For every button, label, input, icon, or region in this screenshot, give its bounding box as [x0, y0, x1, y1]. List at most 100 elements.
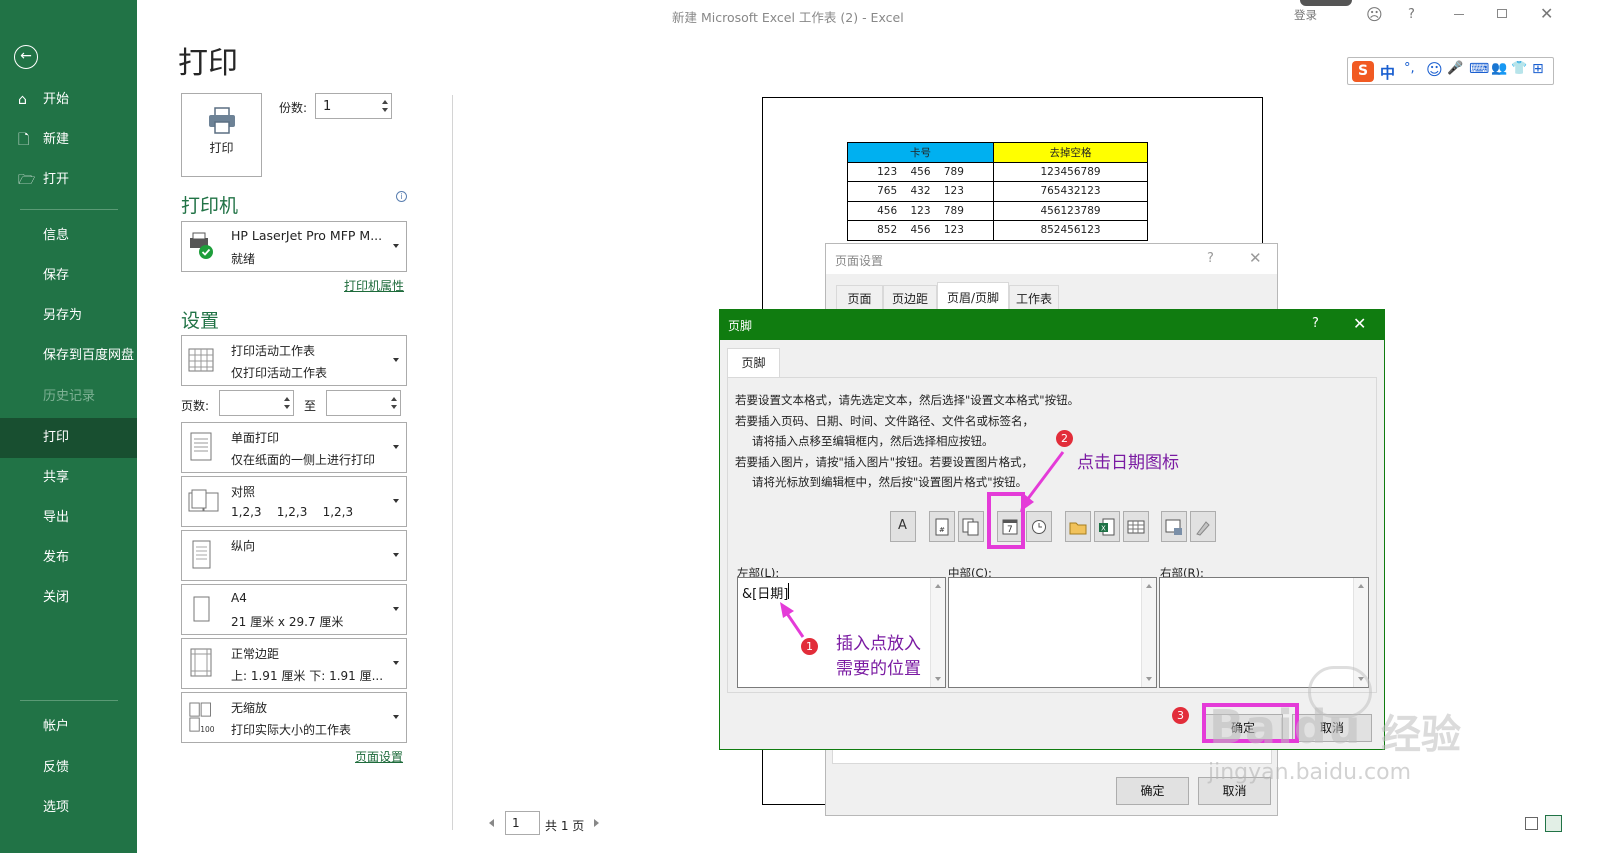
footer-close-icon[interactable]: ✕ [1353, 314, 1366, 333]
minimize-icon[interactable] [1454, 14, 1464, 15]
insert-time-button[interactable] [1026, 511, 1052, 542]
ime-chinese-mode[interactable]: 中 [1380, 62, 1395, 83]
zoom-to-page-icon[interactable] [1545, 815, 1562, 832]
nav-item-account[interactable]: 帐户 [0, 707, 137, 747]
scaling-dropdown[interactable]: 100 无缩放 打印实际大小的工作表 [181, 692, 407, 743]
page-setup-help-icon[interactable]: ? [1207, 251, 1214, 266]
ime-toolbox-icon[interactable]: ⊞ [1532, 61, 1544, 77]
spin-up-icon[interactable] [284, 397, 290, 401]
footer-titlebar [720, 310, 1384, 340]
nav-item-export[interactable]: 导出 [0, 498, 137, 538]
insert-sheet-name-button[interactable] [1123, 511, 1149, 542]
ime-keyboard-icon[interactable]: ⌨ [1469, 61, 1489, 77]
tab-footer[interactable]: 页脚 [727, 348, 780, 378]
pages-to-stepper[interactable] [326, 390, 401, 416]
format-picture-button[interactable] [1190, 511, 1216, 542]
chevron-down-icon [393, 243, 399, 248]
pane-divider [452, 95, 453, 830]
printer-dropdown[interactable]: HP LaserJet Pro MFP M... 就绪 [181, 221, 407, 272]
chevron-down-icon [393, 606, 399, 611]
chevron-down-icon [393, 444, 399, 449]
format-text-button[interactable]: A [890, 511, 916, 542]
print-button[interactable]: 打印 [181, 93, 262, 177]
insert-page-count-button[interactable] [958, 511, 984, 542]
printer-ready-icon [190, 232, 213, 259]
nav-item-info[interactable]: 信息 [0, 216, 137, 256]
footer-dialog-title: 页脚 [728, 319, 753, 333]
page-setup-link[interactable]: 页面设置 [355, 748, 403, 765]
insert-file-name-button[interactable]: X [1094, 511, 1120, 542]
nav-item-share[interactable]: 共享 [0, 458, 137, 498]
ime-emoji-icon[interactable]: ☺ [1426, 60, 1443, 79]
printer-status: 就绪 [231, 252, 256, 266]
nav-item-open[interactable]: 🗁 打开 [0, 160, 137, 200]
ime-voice-icon[interactable]: 🎤 [1447, 61, 1463, 76]
signin-link[interactable]: 登录 [1294, 7, 1317, 23]
collate-dropdown[interactable]: 对照 1,2,3 1,2,3 1,2,3 [181, 476, 407, 527]
spin-up-icon[interactable] [382, 100, 388, 104]
portrait-icon [192, 540, 211, 569]
printer-properties-link[interactable]: 打印机属性 [344, 277, 404, 294]
spin-up-icon[interactable] [391, 397, 397, 401]
table-header-row: 卡号 去掉空格 [847, 142, 1148, 163]
nav-item-close[interactable]: 关闭 [0, 578, 137, 618]
table-cell: 765 432 123 [847, 181, 994, 202]
footer-help-icon[interactable]: ? [1312, 316, 1319, 331]
center-editor-scrollbar[interactable] [1141, 578, 1156, 687]
page-setup-ok-button[interactable]: 确定 [1116, 777, 1189, 805]
ime-punctuation-icon[interactable]: °, [1404, 61, 1415, 76]
info-icon[interactable]: i [396, 191, 407, 202]
nav-item-print[interactable]: 打印 [0, 418, 137, 458]
print-scope-dropdown[interactable]: 打印活动工作表 仅打印活动工作表 [181, 335, 407, 386]
nav-item-feedback[interactable]: 反馈 [0, 748, 137, 788]
spin-down-icon[interactable] [382, 108, 388, 112]
insert-page-number-button[interactable]: # [929, 511, 955, 542]
sides-dropdown[interactable]: 单面打印 仅在纸面的一侧上进行打印 [181, 422, 407, 473]
pages-from-stepper[interactable] [219, 390, 294, 416]
feedback-face-icon[interactable]: ☹ [1366, 5, 1383, 24]
left-editor-scrollbar[interactable] [930, 578, 945, 687]
nav-item-save[interactable]: 保存 [0, 256, 137, 296]
insert-file-path-button[interactable] [1065, 511, 1091, 542]
nav-item-options[interactable]: 选项 [0, 788, 137, 828]
page-number-input[interactable]: 1 [505, 811, 540, 835]
margins-desc: 上: 1.91 厘米 下: 1.91 厘... [231, 669, 384, 683]
next-page-icon[interactable] [594, 819, 599, 827]
close-icon[interactable]: ✕ [1540, 4, 1553, 23]
insert-picture-icon [1165, 519, 1182, 535]
sogou-logo-icon[interactable]: S [1352, 61, 1374, 82]
open-folder-icon: 🗁 [18, 172, 36, 188]
page-title: 打印 [178, 46, 238, 81]
back-arrow-icon[interactable]: ← [14, 45, 38, 69]
spin-down-icon[interactable] [284, 405, 290, 409]
center-section-editor[interactable] [948, 577, 1157, 688]
orientation-dropdown[interactable]: 纵向 [181, 530, 407, 581]
help-icon[interactable]: ? [1408, 7, 1415, 22]
margins-dropdown[interactable]: 正常边距 上: 1.91 厘米 下: 1.91 厘... [181, 638, 407, 689]
restore-icon[interactable] [1497, 9, 1507, 18]
page-setup-close-icon[interactable]: ✕ [1249, 249, 1262, 267]
account-avatar[interactable] [1300, 0, 1352, 6]
nav-item-save-baidu[interactable]: 保存到百度网盘 [0, 336, 137, 376]
ime-skin-icon[interactable]: 👕 [1511, 61, 1527, 76]
nav-item-publish[interactable]: 发布 [0, 538, 137, 578]
insert-file-path-icon [1069, 522, 1087, 535]
nav-item-home[interactable]: ⌂ 开始 [0, 80, 137, 120]
nav-item-new[interactable]: 🗋 新建 [0, 120, 137, 160]
paper-size-dropdown[interactable]: A4 21 厘米 x 29.7 厘米 [181, 584, 407, 635]
step-1-badge: 1 [801, 638, 818, 655]
single-sided-icon [190, 432, 212, 461]
tab-page[interactable]: 页面 [836, 285, 883, 312]
show-margins-icon[interactable] [1525, 817, 1538, 830]
tab-margins[interactable]: 页边距 [883, 285, 937, 312]
paper-size-title: A4 [231, 591, 247, 605]
table-header-cell: 卡号 [847, 142, 994, 163]
spin-down-icon[interactable] [391, 405, 397, 409]
copies-stepper[interactable]: 1 [315, 93, 392, 119]
nav-item-save-as[interactable]: 另存为 [0, 296, 137, 336]
insert-picture-button[interactable] [1161, 511, 1187, 542]
prev-page-icon[interactable] [489, 819, 494, 827]
ime-users-icon[interactable]: 👥 [1491, 61, 1507, 76]
table-row: 765 432 123 765432123 [847, 181, 1148, 202]
tab-sheet[interactable]: 工作表 [1009, 285, 1059, 312]
